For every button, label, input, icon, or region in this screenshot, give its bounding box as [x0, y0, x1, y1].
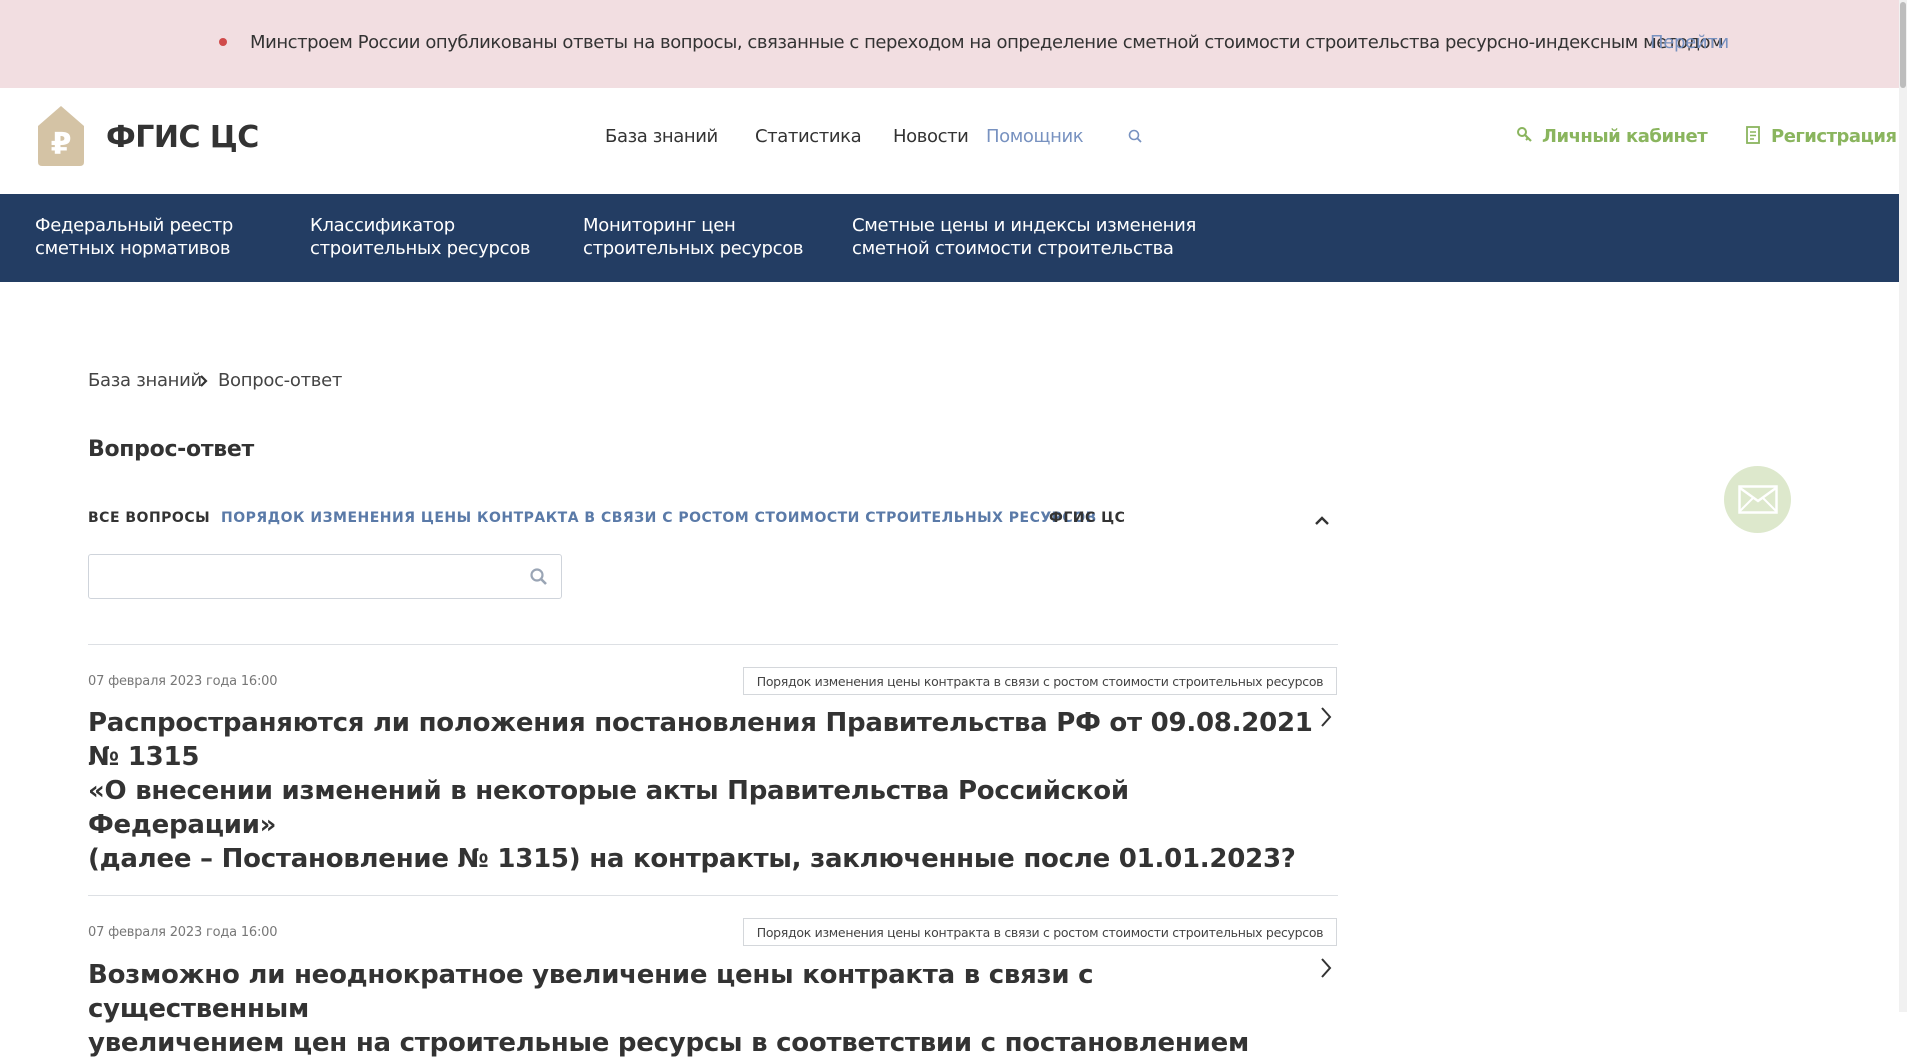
question-category-tag[interactable]: Порядок изменения цены контракта в связи… [743, 918, 1337, 946]
ruble-logo-icon[interactable]: ₽ [34, 104, 88, 168]
main-nav-label: сметной стоимости строительства [852, 238, 1174, 259]
tab-contract-price[interactable]: ПОРЯДОК ИЗМЕНЕНИЯ ЦЕНЫ КОНТРАКТА В СВЯЗИ… [221, 510, 1097, 526]
announcement-link[interactable]: Перейти [1650, 32, 1729, 53]
tab-fgis-cs[interactable]: ФГИС ЦС [1049, 510, 1125, 526]
account-link[interactable]: Личный кабинет [1517, 126, 1708, 147]
main-nav-label: строительных ресурсов [583, 238, 804, 259]
question-title-line: Распространяются ли положения постановле… [88, 708, 1313, 772]
nav-statistics[interactable]: Статистика [755, 126, 862, 147]
search-input[interactable] [89, 555, 533, 598]
main-nav-label: Федеральный реестр [35, 215, 234, 236]
main-nav-federal-registry[interactable]: Федеральный реестр сметных нормативов [35, 214, 233, 260]
question-title[interactable]: Возможно ли неоднократное увеличение цен… [88, 958, 1318, 1060]
mail-icon [1738, 485, 1778, 514]
question-title-line: Возможно ли неоднократное увеличение цен… [88, 960, 1094, 1024]
search-icon[interactable] [1127, 128, 1145, 146]
account-label: Личный кабинет [1542, 126, 1708, 147]
main-nav-label: Классификатор [310, 215, 455, 236]
feedback-mail-button[interactable] [1724, 466, 1791, 533]
search-icon[interactable] [529, 567, 549, 587]
announcement-bar: Минстроем России опубликованы ответы на … [0, 0, 1899, 88]
chevron-right-icon[interactable] [1318, 704, 1334, 730]
scrollbar-thumb[interactable] [1900, 2, 1906, 88]
question-date: 07 февраля 2023 года 16:00 [88, 925, 278, 940]
question-title-line: увеличением цен на строительные ресурсы … [88, 1028, 1249, 1058]
divider [88, 895, 1338, 896]
logo-text[interactable]: ФГИС ЦС [106, 120, 259, 155]
question-date: 07 февраля 2023 года 16:00 [88, 674, 278, 689]
main-nav-classifier[interactable]: Классификатор строительных ресурсов [310, 214, 531, 260]
main-nav-estimate-prices[interactable]: Сметные цены и индексы изменения сметной… [852, 214, 1196, 260]
chevron-right-icon[interactable] [1318, 955, 1334, 981]
nav-knowledge-base[interactable]: База знаний [605, 126, 718, 147]
question-title-line: (далее – Постановление № 1315) на контра… [88, 844, 1296, 874]
register-label: Регистрация [1771, 126, 1897, 147]
announcement-text: Минстроем России опубликованы ответы на … [250, 32, 1724, 53]
svg-text:₽: ₽ [51, 127, 72, 162]
main-nav-label: Сметные цены и индексы изменения [852, 215, 1197, 236]
chevron-up-icon[interactable] [1312, 512, 1332, 528]
bullet-dot-icon [219, 38, 227, 46]
breadcrumb-current: Вопрос-ответ [218, 370, 343, 391]
main-nav-label: строительных ресурсов [310, 238, 531, 259]
question-category-tag[interactable]: Порядок изменения цены контракта в связи… [743, 667, 1337, 695]
main-nav: Федеральный реестр сметных нормативов Кл… [0, 194, 1899, 282]
nav-news[interactable]: Новости [893, 126, 969, 147]
main-nav-price-monitoring[interactable]: Мониторинг цен строительных ресурсов [583, 214, 804, 260]
nav-assistant[interactable]: Помощник [986, 126, 1084, 147]
tab-all-questions[interactable]: ВСЕ ВОПРОСЫ [88, 510, 210, 526]
question-title[interactable]: Распространяются ли положения постановле… [88, 706, 1318, 876]
chevron-right-icon [200, 375, 208, 387]
main-nav-label: сметных нормативов [35, 238, 231, 259]
question-search [88, 554, 562, 599]
register-link[interactable]: Регистрация [1746, 126, 1897, 147]
site-header: ₽ ФГИС ЦС База знаний Статистика Новости… [0, 88, 1899, 194]
document-icon [1746, 126, 1760, 144]
question-title-line: «О внесении изменений в некоторые акты П… [88, 776, 1129, 840]
breadcrumb-knowledge-base[interactable]: База знаний [88, 370, 202, 391]
key-icon [1517, 127, 1532, 142]
page-title: Вопрос-ответ [88, 437, 254, 462]
divider [88, 644, 1338, 645]
main-nav-label: Мониторинг цен [583, 215, 736, 236]
scrollbar[interactable] [1899, 0, 1907, 1012]
